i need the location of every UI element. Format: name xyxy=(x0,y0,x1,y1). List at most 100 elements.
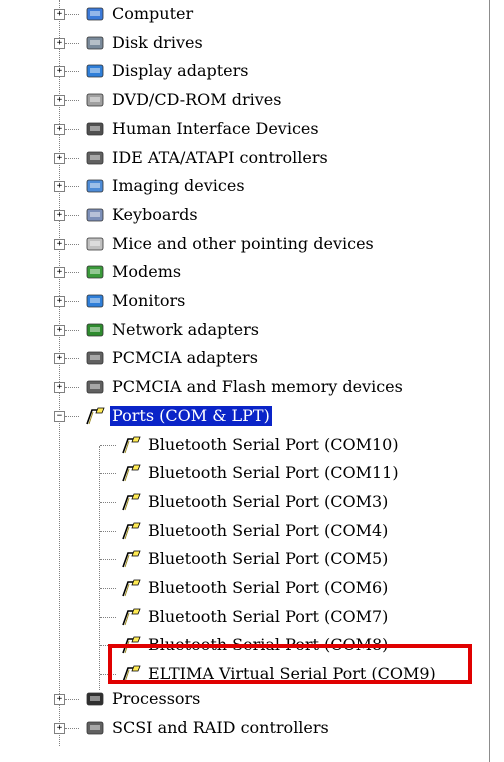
mouse-icon xyxy=(84,234,106,254)
expand-toggle[interactable]: + xyxy=(54,267,65,278)
tree-item-category[interactable]: IDE ATA/ATAPI controllers xyxy=(84,144,330,172)
tree-connector xyxy=(65,100,79,101)
collapse-toggle[interactable]: − xyxy=(54,411,65,422)
tree-item-label: Keyboards xyxy=(112,205,198,224)
tree-item-label: Bluetooth Serial Port (COM7) xyxy=(148,607,389,626)
tree-item-label: Bluetooth Serial Port (COM3) xyxy=(148,492,389,511)
tree-item-port[interactable]: Bluetooth Serial Port (COM4) xyxy=(120,517,390,545)
tree-connector xyxy=(65,330,79,331)
expand-toggle[interactable]: + xyxy=(54,38,65,49)
tree-connector xyxy=(100,588,116,589)
tree-connector xyxy=(65,71,79,72)
imaging-device-icon xyxy=(84,176,106,196)
expand-toggle[interactable]: + xyxy=(54,325,65,336)
device-tree: + Computer + Disk drives + Display adapters + D… xyxy=(0,0,504,762)
expand-toggle[interactable]: + xyxy=(54,239,65,250)
serial-port-icon xyxy=(120,521,142,541)
tree-item-label: Bluetooth Serial Port (COM5) xyxy=(148,549,389,568)
tree-border xyxy=(489,0,490,762)
expand-toggle[interactable]: + xyxy=(54,694,65,705)
display-adapter-icon xyxy=(84,61,106,81)
expand-toggle[interactable]: + xyxy=(54,210,65,221)
tree-item-category[interactable]: Modems xyxy=(84,258,183,286)
modem-icon xyxy=(84,262,106,282)
tree-item-category[interactable]: PCMCIA adapters xyxy=(84,344,260,372)
scsi-controller-icon xyxy=(84,718,106,738)
ports-branch-line xyxy=(99,446,100,690)
expand-toggle[interactable]: + xyxy=(54,153,65,164)
tree-connector xyxy=(100,445,116,446)
tree-item-label: Mice and other pointing devices xyxy=(112,234,374,253)
tree-item-label: PCMCIA adapters xyxy=(112,348,258,367)
tree-item-category[interactable]: Human Interface Devices xyxy=(84,115,321,143)
tree-connector xyxy=(65,358,79,359)
tree-connector xyxy=(65,728,79,729)
serial-port-icon xyxy=(120,492,142,512)
tree-item-label: IDE ATA/ATAPI controllers xyxy=(112,148,328,167)
tree-connector xyxy=(65,129,79,130)
tree-connector xyxy=(100,531,116,532)
tree-connector xyxy=(65,272,79,273)
tree-item-port[interactable]: Bluetooth Serial Port (COM5) xyxy=(120,545,390,573)
tree-item-port[interactable]: Bluetooth Serial Port (COM7) xyxy=(120,603,390,631)
tree-item-category[interactable]: Processors xyxy=(84,685,202,713)
tree-item-category[interactable]: PCMCIA and Flash memory devices xyxy=(84,373,405,401)
expand-toggle[interactable]: + xyxy=(54,124,65,135)
ide-controller-icon xyxy=(84,148,106,168)
tree-item-label: Computer xyxy=(112,4,194,23)
tree-item-port[interactable]: Bluetooth Serial Port (COM3) xyxy=(120,488,390,516)
expand-toggle[interactable]: + xyxy=(54,95,65,106)
tree-item-category[interactable]: Network adapters xyxy=(84,316,261,344)
tree-connector xyxy=(65,244,79,245)
tree-connector xyxy=(100,559,116,560)
serial-port-icon xyxy=(120,549,142,569)
tree-item-category[interactable]: Computer xyxy=(84,0,195,28)
tree-connector xyxy=(65,416,79,417)
port-icon xyxy=(84,406,106,426)
tree-item-label: Processors xyxy=(112,689,201,708)
disk-drive-icon xyxy=(84,33,106,53)
tree-item-category[interactable]: Keyboards xyxy=(84,201,200,229)
tree-item-ports[interactable]: Ports (COM & LPT) xyxy=(84,402,273,430)
monitor-icon xyxy=(84,291,106,311)
tree-item-label: Bluetooth Serial Port (COM11) xyxy=(148,463,399,482)
network-adapter-icon xyxy=(84,320,106,340)
serial-port-icon xyxy=(120,607,142,627)
expand-toggle[interactable]: + xyxy=(54,353,65,364)
tree-connector xyxy=(65,699,79,700)
tree-item-label: Imaging devices xyxy=(112,176,245,195)
tree-item-category[interactable]: Display adapters xyxy=(84,57,251,85)
keyboard-icon xyxy=(84,205,106,225)
expand-toggle[interactable]: + xyxy=(54,296,65,307)
hid-icon xyxy=(84,119,106,139)
expand-toggle[interactable]: + xyxy=(54,382,65,393)
tree-item-category[interactable]: Imaging devices xyxy=(84,172,247,200)
tree-item-port[interactable]: Bluetooth Serial Port (COM10) xyxy=(120,431,401,459)
serial-port-icon xyxy=(120,578,142,598)
tree-item-label: Bluetooth Serial Port (COM6) xyxy=(148,578,389,597)
tree-item-port[interactable]: Bluetooth Serial Port (COM11) xyxy=(120,459,401,487)
tree-connector xyxy=(65,43,79,44)
flash-memory-icon xyxy=(84,377,106,397)
expand-toggle[interactable]: + xyxy=(54,723,65,734)
tree-connector xyxy=(65,387,79,388)
tree-item-label: Bluetooth Serial Port (COM10) xyxy=(148,435,399,454)
tree-item-category[interactable]: Monitors xyxy=(84,287,187,315)
tree-connector xyxy=(100,617,116,618)
tree-trunk-line xyxy=(59,0,60,746)
tree-item-category[interactable]: DVD/CD-ROM drives xyxy=(84,86,283,114)
expand-toggle[interactable]: + xyxy=(54,66,65,77)
tree-item-category[interactable]: Disk drives xyxy=(84,29,205,57)
tree-item-category[interactable]: Mice and other pointing devices xyxy=(84,230,376,258)
pcmcia-icon xyxy=(84,348,106,368)
tree-connector xyxy=(65,215,79,216)
serial-port-icon xyxy=(120,435,142,455)
tree-item-label: DVD/CD-ROM drives xyxy=(112,90,282,109)
expand-toggle[interactable]: + xyxy=(54,181,65,192)
expand-toggle[interactable]: + xyxy=(54,9,65,20)
tree-item-category[interactable]: SCSI and RAID controllers xyxy=(84,714,331,742)
highlight-box xyxy=(108,644,472,684)
tree-item-port[interactable]: Bluetooth Serial Port (COM6) xyxy=(120,574,390,602)
tree-item-label: Modems xyxy=(112,262,182,281)
tree-item-label: Ports (COM & LPT) xyxy=(109,405,273,427)
